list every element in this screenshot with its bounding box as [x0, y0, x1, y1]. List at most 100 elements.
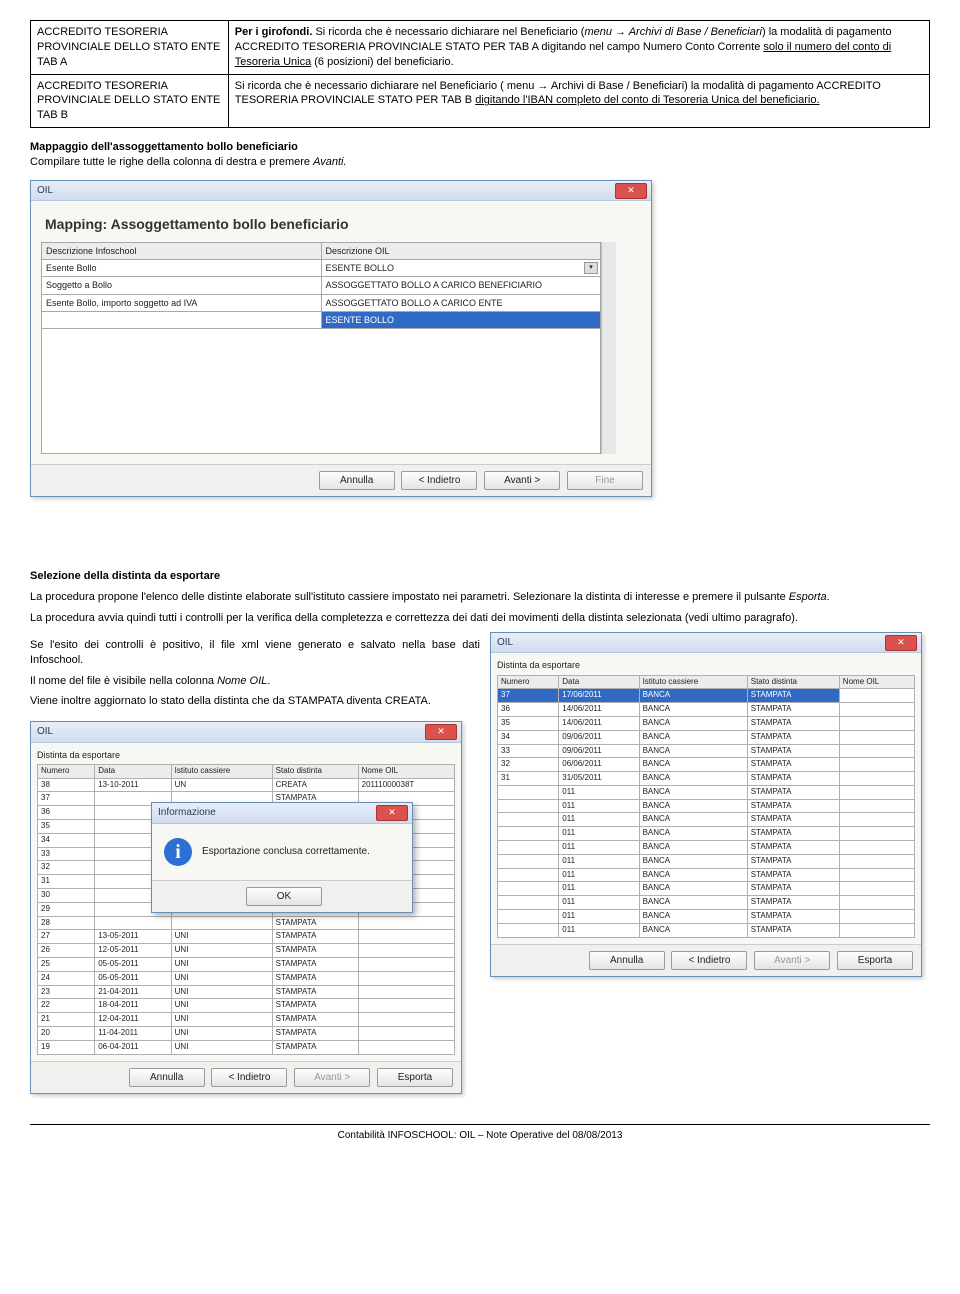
table-row[interactable]: 011BANCASTAMPATA: [498, 813, 915, 827]
dropdown-arrow-icon[interactable]: ▾: [584, 262, 598, 274]
table-row[interactable]: 011BANCASTAMPATA: [498, 910, 915, 924]
table-row[interactable]: 3206/06/2011BANCASTAMPATA: [498, 758, 915, 772]
table-row[interactable]: 2321-04-2011UNISTAMPATA: [38, 985, 455, 999]
table-row[interactable]: 2011-04-2011UNISTAMPATA: [38, 1027, 455, 1041]
map-r2-r[interactable]: ASSOGGETTATO BOLLO A CARICO BENEFICIARIO: [321, 277, 601, 294]
close-icon[interactable]: ✕: [615, 183, 647, 199]
table-row[interactable]: 2612-05-2011UNISTAMPATA: [38, 944, 455, 958]
cell: 33: [38, 847, 95, 861]
cell: 34: [498, 730, 559, 744]
table-row[interactable]: 011BANCASTAMPATA: [498, 896, 915, 910]
cell: BANCA: [639, 896, 747, 910]
finish-button[interactable]: Fine: [567, 471, 643, 491]
col-stato: Stato distinta: [747, 675, 839, 689]
map-r4-r[interactable]: ESENTE BOLLO: [321, 311, 601, 328]
export-button[interactable]: Esporta: [377, 1068, 453, 1088]
next-button[interactable]: Avanti >: [484, 471, 560, 491]
table-row[interactable]: 2112-04-2011UNISTAMPATA: [38, 1013, 455, 1027]
cell: STAMPATA: [747, 785, 839, 799]
cell: 21: [38, 1013, 95, 1027]
table-row[interactable]: 3409/06/2011BANCASTAMPATA: [498, 730, 915, 744]
cell: 011: [559, 827, 639, 841]
back-button[interactable]: < Indietro: [211, 1068, 287, 1088]
right-grid[interactable]: Numero Data Istituto cassiere Stato dist…: [497, 675, 915, 938]
mapping-table[interactable]: Descrizione Infoschool Descrizione OIL E…: [41, 242, 601, 454]
col-nome: Nome OIL: [358, 764, 454, 778]
table-row[interactable]: 011BANCASTAMPATA: [498, 868, 915, 882]
cell: [358, 999, 454, 1013]
close-icon[interactable]: ✕: [425, 724, 457, 740]
table-row[interactable]: 011BANCASTAMPATA: [498, 854, 915, 868]
next-button[interactable]: Avanti >: [754, 951, 830, 971]
cell: [839, 813, 914, 827]
cell: 011: [559, 896, 639, 910]
cell: STAMPATA: [747, 896, 839, 910]
table-row[interactable]: 3514/06/2011BANCASTAMPATA: [498, 716, 915, 730]
cancel-button[interactable]: Annulla: [589, 951, 665, 971]
cell: STAMPATA: [272, 1040, 358, 1054]
map-r2-l[interactable]: Soggetto a Bollo: [42, 277, 322, 294]
table-row[interactable]: 2218-04-2011UNISTAMPATA: [38, 999, 455, 1013]
back-button[interactable]: < Indietro: [401, 471, 477, 491]
cell: STAMPATA: [747, 703, 839, 717]
cell: BANCA: [639, 882, 747, 896]
close-icon[interactable]: ✕: [376, 805, 408, 821]
left-titlebar[interactable]: OIL ✕: [31, 722, 461, 743]
mapping-titlebar[interactable]: OIL ✕: [31, 181, 651, 202]
right-titlebar[interactable]: OIL ✕: [491, 633, 921, 654]
cell: 06/06/2011: [559, 758, 639, 772]
cell: [839, 689, 914, 703]
col-stato: Stato distinta: [272, 764, 358, 778]
cell: STAMPATA: [747, 827, 839, 841]
map-col2: Descrizione OIL: [321, 243, 601, 260]
cell: [839, 758, 914, 772]
close-icon[interactable]: ✕: [885, 635, 917, 651]
info-titlebar[interactable]: Informazione ✕: [152, 803, 412, 824]
map-r3-l[interactable]: Esente Bollo, importo soggetto ad IVA: [42, 294, 322, 311]
table-row[interactable]: 3131/05/2011BANCASTAMPATA: [498, 772, 915, 786]
table-row[interactable]: 2405-05-2011UNISTAMPATA: [38, 971, 455, 985]
table-row[interactable]: 011BANCASTAMPATA: [498, 799, 915, 813]
cell: 24: [38, 971, 95, 985]
map-r4-l[interactable]: [42, 311, 322, 328]
table-row[interactable]: 1906-04-2011UNISTAMPATA: [38, 1040, 455, 1054]
table-row[interactable]: 011BANCASTAMPATA: [498, 923, 915, 937]
cancel-button[interactable]: Annulla: [129, 1068, 205, 1088]
cell: [498, 785, 559, 799]
cell: 09/06/2011: [559, 744, 639, 758]
table-row[interactable]: 011BANCASTAMPATA: [498, 785, 915, 799]
cancel-button[interactable]: Annulla: [319, 471, 395, 491]
map-section-sub: Compilare tutte le righe della colonna d…: [30, 155, 930, 170]
map-r3-r[interactable]: ASSOGGETTATO BOLLO A CARICO ENTE: [321, 294, 601, 311]
info-row2-right: Si ricorda che è necessario dichiarare n…: [228, 74, 929, 128]
ok-button[interactable]: OK: [246, 887, 322, 907]
table-row[interactable]: 2505-05-2011UNISTAMPATA: [38, 958, 455, 972]
col-istituto: Istituto cassiere: [171, 764, 272, 778]
cell: STAMPATA: [272, 985, 358, 999]
export-button[interactable]: Esporta: [837, 951, 913, 971]
scrollbar[interactable]: [601, 242, 616, 454]
cell: [839, 744, 914, 758]
back-button[interactable]: < Indietro: [671, 951, 747, 971]
left-grid-toprow[interactable]: 38 13-10-2011 UN CREATA 20111000038T: [38, 778, 455, 792]
cell: [839, 923, 914, 937]
table-row[interactable]: 28STAMPATA: [38, 916, 455, 930]
cell: STAMPATA: [747, 841, 839, 855]
map-empty: [42, 328, 601, 453]
info-icon: i: [164, 838, 192, 866]
next-button[interactable]: Avanti >: [294, 1068, 370, 1088]
table-row[interactable]: 011BANCASTAMPATA: [498, 841, 915, 855]
cell: 32: [38, 861, 95, 875]
table-row[interactable]: 2713-05-2011UNISTAMPATA: [38, 930, 455, 944]
cell: [358, 944, 454, 958]
mapping-buttons: Annulla < Indietro Avanti > Fine: [31, 464, 651, 497]
lg-s: CREATA: [272, 778, 358, 792]
table-row[interactable]: 011BANCASTAMPATA: [498, 827, 915, 841]
table-row[interactable]: 3717/06/2011BANCASTAMPATA: [498, 689, 915, 703]
map-r1-l[interactable]: Esente Bollo: [42, 260, 322, 277]
table-row[interactable]: 3614/06/2011BANCASTAMPATA: [498, 703, 915, 717]
table-row[interactable]: 011BANCASTAMPATA: [498, 882, 915, 896]
cell: STAMPATA: [747, 882, 839, 896]
table-row[interactable]: 3309/06/2011BANCASTAMPATA: [498, 744, 915, 758]
map-r1-r[interactable]: ESENTE BOLLO▾: [321, 260, 601, 277]
